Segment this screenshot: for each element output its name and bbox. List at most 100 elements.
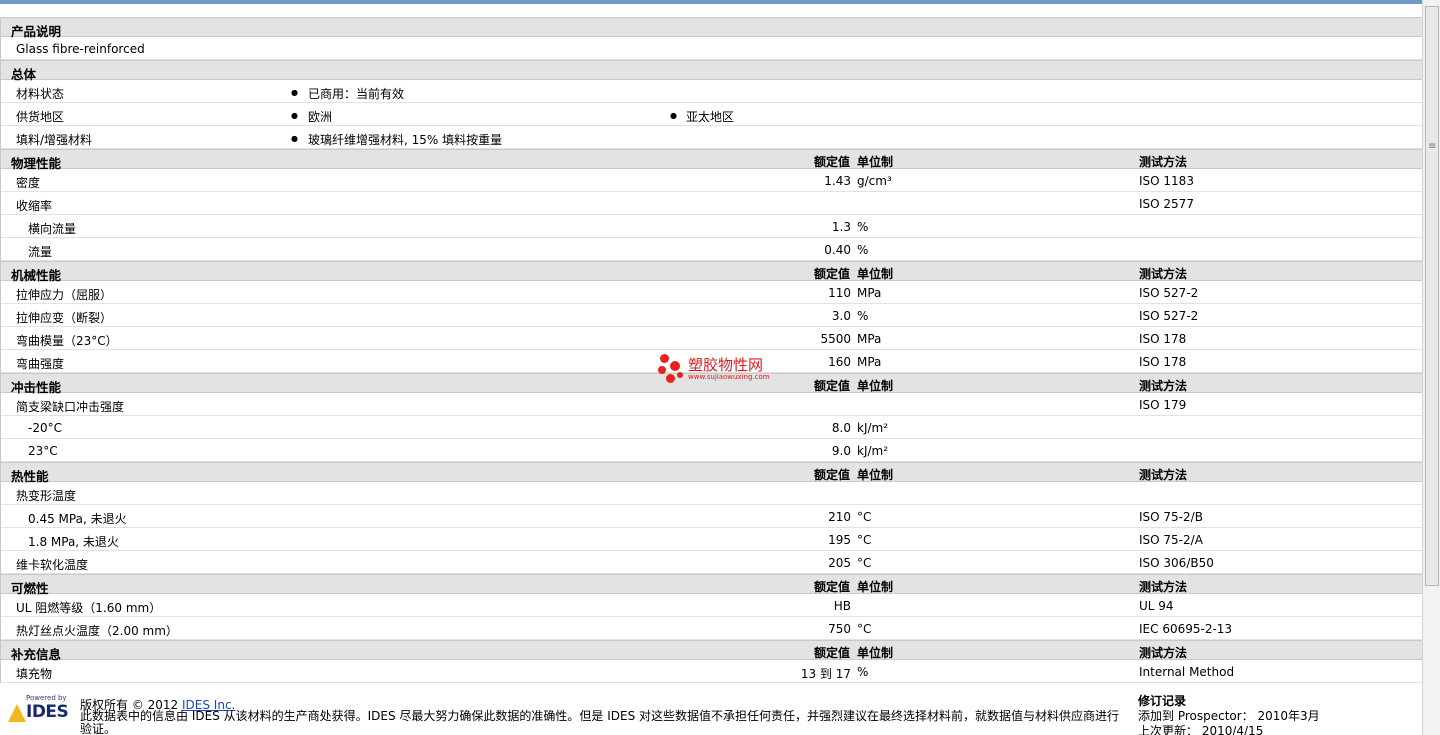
property-row: -20°C 8.0 kJ/m² <box>1 416 1422 439</box>
property-name: 热变形温度 <box>16 489 77 503</box>
general-value: 欧洲 <box>308 110 333 124</box>
property-row: 拉伸应力（屈服） 110 MPa ISO 527-2 <box>1 281 1422 304</box>
property-value: 13 到 17 <box>800 667 851 681</box>
watermark-url: www.sujiaowuxing.com <box>688 373 770 381</box>
section-header-general: 总体 <box>1 60 1422 82</box>
property-row: 横向流量 1.3% <box>1 215 1422 238</box>
property-name: 密度 <box>16 176 41 190</box>
product-description-row: Glass fibre-reinforced <box>1 37 1422 60</box>
property-name: 维卡软化温度 <box>16 558 89 572</box>
section-header-physical: 物理性能 额定值 单位制 测试方法 <box>1 149 1422 171</box>
column-header-unit: 单位制 <box>857 155 894 169</box>
property-value: 1.3 <box>831 220 851 234</box>
property-name: 横向流量 <box>28 222 77 236</box>
revision-updated: 上次更新： 2010/4/15 <box>1138 724 1264 735</box>
column-header-nominal: 额定值 <box>813 646 850 660</box>
property-unit: % <box>857 220 869 234</box>
property-name: 拉伸应变（断裂） <box>16 311 113 325</box>
general-value: 玻璃纤维增强材料, 15% 填料按重量 <box>308 133 503 147</box>
property-name: 热灯丝点火温度（2.00 mm） <box>16 624 178 638</box>
property-unit: g/cm³ <box>857 174 892 188</box>
property-test-method: ISO 178 <box>1139 355 1187 369</box>
property-row: 收缩率 ISO 2577 <box>1 192 1422 215</box>
property-unit: % <box>857 309 869 323</box>
property-value: 5500 <box>820 332 851 346</box>
column-header-test: 测试方法 <box>1139 379 1188 393</box>
property-unit: % <box>857 243 869 257</box>
property-value: 750 <box>828 622 851 636</box>
property-unit: MPa <box>857 286 882 300</box>
datasheet-table: 产品说明 Glass fibre-reinforced 总体 材料状态 ● 已商用：… <box>0 17 1422 683</box>
property-name: -20°C <box>28 421 62 435</box>
property-row: 热灯丝点火温度（2.00 mm） 750 °C IEC 60695-2-13 <box>1 617 1422 640</box>
logo-powered-text: Powered by <box>26 694 67 702</box>
general-label: 供货地区 <box>16 110 65 124</box>
revision-info: 修订记录 添加到 Prospector： 2010年3月 上次更新： 2010/… <box>1138 694 1320 735</box>
top-accent-bar <box>0 0 1422 4</box>
property-unit: % <box>857 665 869 679</box>
property-test-method: ISO 179 <box>1139 398 1187 412</box>
property-name: UL 阻燃等级（1.60 mm） <box>16 601 162 615</box>
column-header-nominal: 额定值 <box>813 267 850 281</box>
column-header-nominal: 额定值 <box>813 379 850 393</box>
scrollbar-thumb[interactable]: ≡ <box>1425 6 1439 586</box>
property-test-method: ISO 2577 <box>1139 197 1194 211</box>
watermark-text: 塑胶物性网 <box>688 356 764 374</box>
property-unit: kJ/m² <box>857 444 889 458</box>
section-header-thermal: 热性能 额定值 单位制 测试方法 <box>1 462 1422 484</box>
property-test-method: ISO 178 <box>1139 332 1187 346</box>
general-row: 材料状态 ● 已商用：当前有效 <box>1 80 1422 103</box>
property-name: 0.45 MPa, 未退火 <box>28 512 127 526</box>
property-row: 填充物 13 到 17% Internal Method <box>1 660 1422 683</box>
column-header-test: 测试方法 <box>1139 580 1188 594</box>
property-name: 流量 <box>28 245 53 259</box>
ides-logo[interactable]: Powered by IDES <box>8 694 72 728</box>
property-row: 23°C 9.0 kJ/m² <box>1 439 1422 462</box>
column-header-test: 测试方法 <box>1139 646 1188 660</box>
column-header-nominal: 额定值 <box>813 580 850 594</box>
disclaimer-text: 此数据表中的信息由 IDES 从该材料的生产商处获得。IDES 尽最大努力确保此… <box>80 709 1120 735</box>
column-header-test: 测试方法 <box>1139 468 1188 482</box>
column-header-nominal: 额定值 <box>813 155 850 169</box>
property-row: 热变形温度 <box>1 482 1422 505</box>
revision-title: 修订记录 <box>1138 694 1187 708</box>
column-header-nominal: 额定值 <box>813 468 850 482</box>
column-header-unit: 单位制 <box>857 646 894 660</box>
property-unit: kJ/m² <box>857 421 889 435</box>
section-header-mechanical: 机械性能 额定值 单位制 测试方法 <box>1 261 1422 283</box>
property-test-method: ISO 527-2 <box>1139 286 1199 300</box>
revision-added: 添加到 Prospector： 2010年3月 <box>1138 709 1320 723</box>
general-value-2: 亚太地区 <box>686 110 735 124</box>
property-value: 210 <box>828 510 851 524</box>
property-row: 弯曲模量（23°C） 5500 MPa ISO 178 <box>1 327 1422 350</box>
general-label: 填料/增强材料 <box>16 133 93 147</box>
property-row: 1.8 MPa, 未退火 195 °C ISO 75-2/A <box>1 528 1422 551</box>
product-description-text: Glass fibre-reinforced <box>16 42 145 56</box>
property-value: 0.40 <box>824 243 851 257</box>
section-header-supplemental: 补充信息 额定值 单位制 测试方法 <box>1 640 1422 662</box>
property-test-method: Internal Method <box>1139 665 1235 679</box>
property-value: 1.43 <box>824 174 851 188</box>
general-value: 已商用：当前有效 <box>308 87 405 101</box>
vertical-scrollbar[interactable]: ≡ <box>1422 0 1440 735</box>
bullet-icon: ● <box>670 111 677 120</box>
property-name: 23°C <box>28 444 58 458</box>
property-name: 简支梁缺口冲击强度 <box>16 400 125 414</box>
column-header-unit: 单位制 <box>857 267 894 281</box>
property-row: 0.45 MPa, 未退火 210 °C ISO 75-2/B <box>1 505 1422 528</box>
property-test-method: ISO 1183 <box>1139 174 1194 188</box>
property-test-method: ISO 75-2/A <box>1139 533 1203 547</box>
footer: Powered by IDES 版权所有 © 2012 IDES Inc. 此数… <box>0 686 1422 735</box>
property-test-method: ISO 306/B50 <box>1139 556 1214 570</box>
bullet-icon: ● <box>291 88 298 97</box>
property-name: 收缩率 <box>16 199 53 213</box>
column-header-test: 测试方法 <box>1139 155 1188 169</box>
watermark-logo: 塑胶物性网 www.sujiaowuxing.com <box>658 352 798 386</box>
property-value: 3.0 <box>831 309 851 323</box>
property-value: 110 <box>828 286 851 300</box>
property-test-method: ISO 527-2 <box>1139 309 1199 323</box>
property-unit: °C <box>857 556 872 570</box>
property-value: HB <box>833 599 851 613</box>
property-row: 拉伸应变（断裂） 3.0% ISO 527-2 <box>1 304 1422 327</box>
property-value: 9.0 <box>831 444 851 458</box>
